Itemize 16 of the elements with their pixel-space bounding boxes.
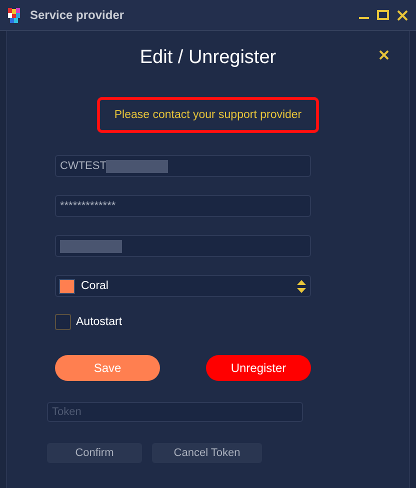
app-logo-icon	[8, 8, 20, 22]
window-title: Service provider	[30, 8, 126, 22]
input-field[interactable]	[55, 235, 311, 257]
checkbox-label: Autostart	[76, 316, 122, 328]
unregister-button[interactable]: Unregister	[206, 355, 311, 381]
close-icon[interactable]	[397, 10, 408, 20]
dialog-title: Edit / Unregister	[140, 47, 276, 70]
spinner-arrows-icon	[297, 280, 306, 292]
color-dropdown[interactable]: Coral	[55, 275, 311, 297]
autostart-checkbox[interactable]	[55, 314, 71, 330]
warning-message: Please contact your support provider	[97, 97, 319, 133]
maximize-icon[interactable]	[377, 10, 389, 20]
confirm-button[interactable]: Confirm	[47, 443, 142, 463]
cancel-token-button[interactable]: Cancel Token	[152, 443, 262, 463]
input-field[interactable]: CWTEST	[55, 155, 311, 177]
input-field[interactable]: *************	[55, 195, 311, 217]
